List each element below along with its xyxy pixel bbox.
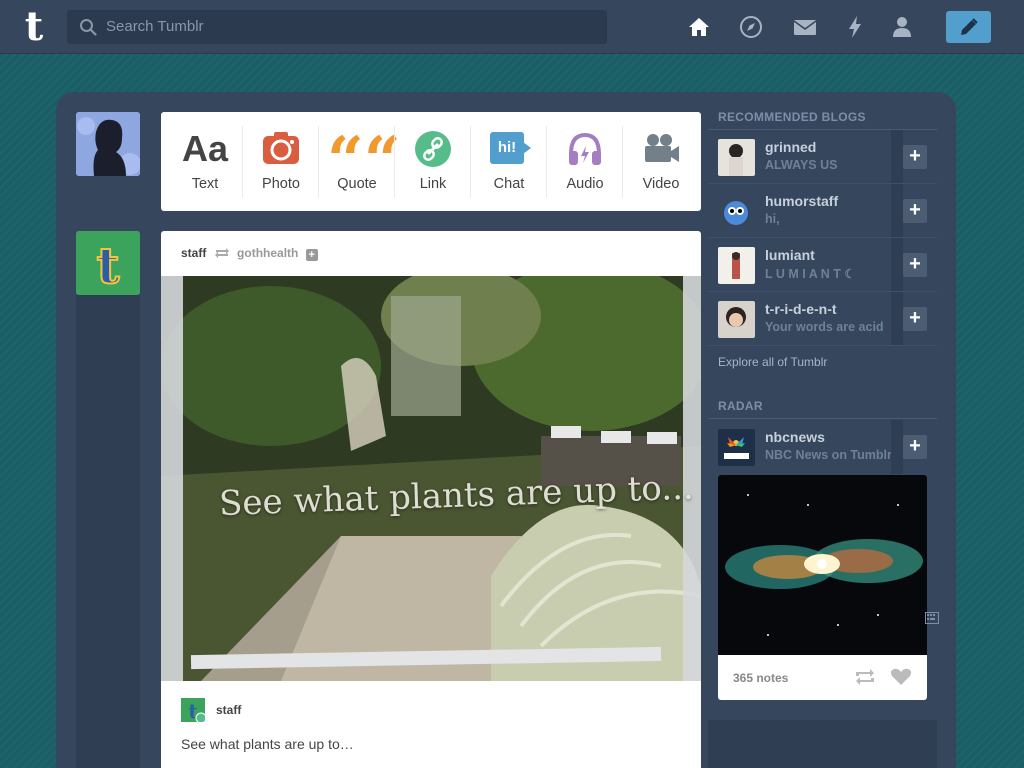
recommended-blog-item[interactable]: humorstaff hi, + (708, 184, 937, 238)
link-icon (415, 131, 451, 167)
blog-avatar (718, 193, 755, 230)
post-type-label: Photo (262, 176, 300, 192)
blog-subtitle: Your words are acid (765, 320, 884, 334)
blog-avatar (718, 247, 755, 284)
user-avatar[interactable] (76, 112, 140, 176)
svg-text:t: t (96, 236, 119, 295)
post-type-link[interactable]: Link (395, 112, 471, 211)
home-icon[interactable] (686, 14, 712, 40)
radar-post-card[interactable]: 365 notes (718, 475, 927, 700)
post-type-label: Quote (337, 176, 377, 192)
radar-heading: RADAR (718, 399, 763, 413)
post-body-text: See what plants are up to… (181, 736, 354, 752)
silhouette-avatar-image (76, 112, 140, 176)
staff-logo-avatar: t (76, 231, 140, 295)
staff-logo-small-avatar: t (181, 698, 207, 724)
post-header: staff gothhealth + (181, 246, 318, 262)
divider (891, 292, 903, 346)
follow-button[interactable]: + (903, 435, 927, 459)
avatar-rail (76, 295, 140, 768)
like-heart-icon[interactable] (890, 668, 912, 686)
explore-icon[interactable] (738, 14, 764, 40)
text-icon: Aa (181, 128, 229, 169)
post-footer-avatar[interactable]: t (181, 698, 207, 724)
explore-link[interactable]: Explore all of Tumblr (718, 355, 827, 369)
post-type-bar: Aa Text Photo ““ Quote Link hi! Chat Aud… (161, 112, 701, 211)
post-type-audio[interactable]: Audio (547, 112, 623, 211)
blog-name[interactable]: t-r-i-d-e-n-t (765, 301, 837, 317)
follow-button[interactable]: + (903, 253, 927, 277)
search-icon (80, 19, 97, 36)
chat-icon: hi! (490, 132, 524, 164)
divider (891, 184, 903, 238)
inbox-icon[interactable] (792, 14, 818, 40)
post-type-label: Text (191, 176, 219, 192)
headphones-icon (569, 132, 601, 165)
follow-button[interactable]: + (903, 145, 927, 169)
camera-icon (263, 132, 299, 164)
notes-count[interactable]: 365 notes (733, 671, 788, 685)
tumblr-logo[interactable]: t (14, 6, 54, 48)
blog-subtitle: NBC News on Tumblr (765, 448, 892, 462)
post-type-quote[interactable]: ““ Quote (319, 112, 401, 211)
blog-avatar (718, 139, 755, 176)
post-photo[interactable]: See what plants are up to... (161, 276, 701, 681)
post-type-chat[interactable]: hi! Chat (471, 112, 547, 211)
radar-blog-item[interactable]: nbcnews NBC News on Tumblr + (708, 420, 937, 474)
blog-name[interactable]: lumiant (765, 247, 815, 263)
nebula-image (718, 475, 927, 655)
post-author-link[interactable]: staff (181, 246, 206, 260)
blog-subtitle: L U M I A N T ☾ (765, 267, 856, 281)
radar-post-image (718, 475, 927, 655)
blog-subtitle: hi, (765, 212, 780, 226)
divider (708, 418, 937, 419)
reblog-icon[interactable] (854, 668, 876, 686)
quote-icon: ““ (327, 123, 401, 198)
post-card: staff gothhealth + See what plants are u… (161, 231, 701, 768)
blog-name[interactable]: humorstaff (765, 193, 838, 209)
account-icon[interactable] (889, 14, 915, 40)
search-placeholder: Search Tumblr (106, 18, 204, 35)
blog-name[interactable]: grinned (765, 139, 816, 155)
divider (708, 345, 937, 346)
sidebar-bottom-strip (708, 720, 937, 768)
post-footer-author[interactable]: staff (216, 703, 241, 717)
post-type-label: Link (419, 176, 447, 192)
post-type-text[interactable]: Aa Text (167, 112, 243, 211)
post-type-photo[interactable]: Photo (243, 112, 319, 211)
post-type-label: Chat (493, 176, 525, 192)
search-input[interactable]: Search Tumblr (67, 10, 607, 44)
reblogged-from-link[interactable]: gothhealth (237, 246, 298, 260)
follow-button[interactable]: + (903, 307, 927, 331)
recommended-blog-item[interactable]: lumiant L U M I A N T ☾ + (708, 238, 937, 292)
video-camera-icon (645, 134, 679, 162)
post-type-label: Video (642, 176, 680, 192)
pencil-icon (961, 18, 978, 35)
post-author-avatar[interactable]: t (76, 231, 140, 295)
follow-plus-icon[interactable]: + (305, 249, 318, 261)
recommended-blogs-heading: RECOMMENDED BLOGS (718, 110, 866, 124)
blog-subtitle: ALWAYS US (765, 158, 838, 172)
chat-bubble-tail (523, 142, 531, 154)
reblog-icon (214, 248, 229, 258)
follow-button[interactable]: + (903, 199, 927, 223)
keyboard-shortcuts-icon[interactable] (925, 612, 939, 624)
post-type-label: Audio (566, 176, 604, 192)
divider (891, 238, 903, 292)
blog-name[interactable]: nbcnews (765, 429, 825, 445)
top-navigation-bar: t Search Tumblr (0, 0, 1024, 54)
activity-icon[interactable] (842, 14, 868, 40)
blog-avatar (718, 301, 755, 338)
post-type-video[interactable]: Video (623, 112, 699, 211)
blog-avatar (718, 429, 755, 466)
recommended-blog-item[interactable]: grinned ALWAYS US + (708, 130, 937, 184)
divider (891, 420, 903, 474)
compose-button[interactable] (946, 11, 991, 43)
recommended-blog-item[interactable]: t-r-i-d-e-n-t Your words are acid + (708, 292, 937, 346)
divider (891, 130, 903, 184)
